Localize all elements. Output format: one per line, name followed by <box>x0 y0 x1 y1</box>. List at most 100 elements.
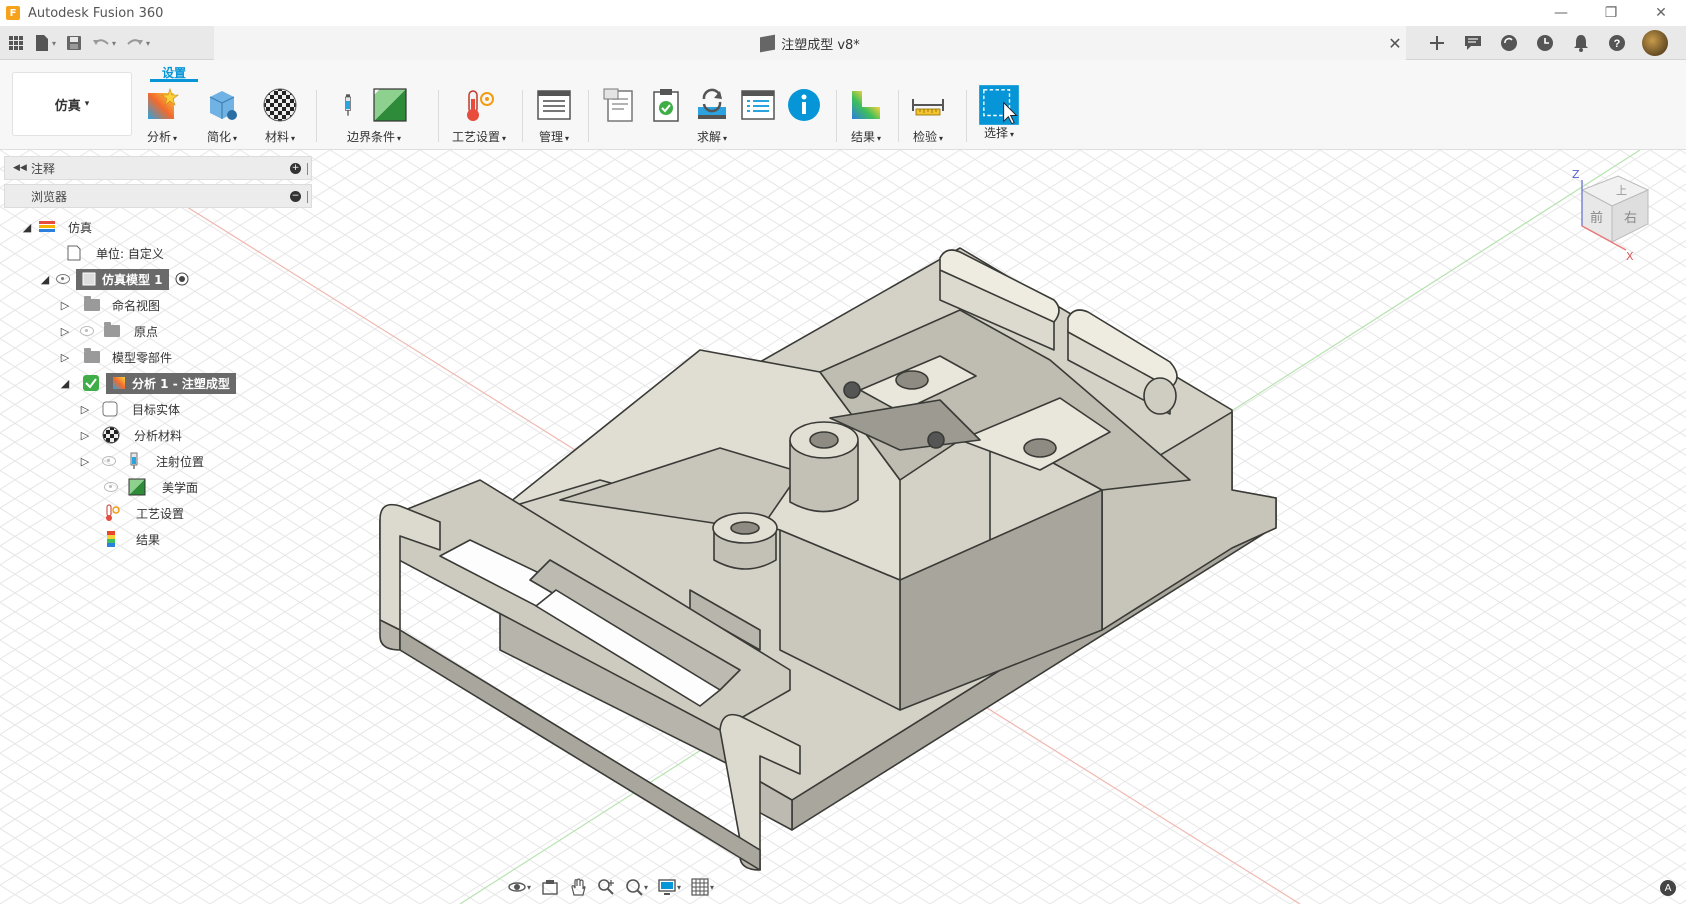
inspect-group[interactable]: 检验 ▾ <box>910 86 946 146</box>
tab-setup[interactable]: 设置 <box>150 64 199 82</box>
results-icon <box>852 91 880 119</box>
document-tab[interactable]: 注塑成型 v8* ✕ <box>214 26 1406 60</box>
tree-node-named-views[interactable]: ▷ 命名视图 <box>60 294 160 316</box>
expand-triangle-icon[interactable]: ▷ <box>80 403 90 416</box>
job-status-button[interactable] <box>1534 32 1556 54</box>
expand-triangle-icon[interactable]: ▷ <box>80 455 90 468</box>
extensions-button[interactable] <box>1498 32 1520 54</box>
user-avatar[interactable] <box>1642 30 1668 56</box>
new-tab-button[interactable] <box>1426 32 1448 54</box>
chat-icon <box>1465 36 1481 50</box>
close-tab-button[interactable]: ✕ <box>1384 26 1406 60</box>
app-title: Autodesk Fusion 360 <box>28 5 164 21</box>
sim-model-icon <box>82 272 96 286</box>
display-settings-button[interactable]: ▾ <box>658 878 681 896</box>
visibility-eye-icon[interactable] <box>80 326 94 336</box>
visibility-eye-icon[interactable] <box>104 482 118 492</box>
comments-panel-header[interactable]: ◀◀ 注释 + <box>4 156 312 180</box>
tree-node-process-settings[interactable]: 工艺设置 <box>104 502 184 524</box>
file-menu-button[interactable]: ▾ <box>34 34 56 52</box>
collapse-triangle-icon[interactable]: ◢ <box>60 377 70 390</box>
tree-node-analysis[interactable]: ◢ 分析 1 - 注塑成型 <box>60 372 236 394</box>
axis-z-label: Z <box>1572 168 1580 181</box>
manage-group[interactable]: 管理 ▾ <box>536 86 572 146</box>
zoom-fit-icon <box>626 879 643 896</box>
zoom-button[interactable] <box>597 878 615 896</box>
fusion-app: F Autodesk Fusion 360 — ❐ ✕ ▾ ▾ ▾ 注塑成型 v… <box>0 0 1686 904</box>
tree-node-injection-location[interactable]: ▷ 注射位置 <box>80 450 204 472</box>
model-canvas[interactable]: 上 前 右 Z X <box>0 150 1686 904</box>
quick-access-left: ▾ ▾ ▾ <box>0 26 214 60</box>
analysis-group[interactable]: 分析 ▾ <box>144 86 180 146</box>
data-panel-button[interactable] <box>8 35 24 51</box>
look-at-button[interactable] <box>541 878 559 896</box>
workspace-switcher[interactable]: 仿真 ▾ <box>12 72 132 136</box>
collapse-panel-icon[interactable]: ◀◀ <box>13 163 27 173</box>
tree-label: 模型零部件 <box>112 350 173 365</box>
thermometer-icon <box>467 90 495 121</box>
help-button[interactable]: ? <box>1606 32 1628 54</box>
tree-node-root[interactable]: ◢ 仿真 <box>22 216 92 238</box>
expand-triangle-icon[interactable]: ▷ <box>60 299 70 312</box>
pan-hand-icon <box>571 878 586 896</box>
tree-node-units[interactable]: 单位: 自定义 <box>66 242 164 264</box>
boundary-conditions-group[interactable]: 边界条件 ▾ <box>340 86 408 146</box>
grid-settings-button[interactable]: ▾ <box>691 878 714 896</box>
close-window-button[interactable]: ✕ <box>1636 0 1686 26</box>
text-commands-icon[interactable]: A <box>1660 880 1676 896</box>
tree-node-origin[interactable]: ▷ 原点 <box>60 320 158 342</box>
notifications-button[interactable] <box>1570 32 1592 54</box>
redo-icon <box>127 39 144 45</box>
ribbon-separator <box>438 90 439 142</box>
tree-node-target-body[interactable]: ▷ 目标实体 <box>80 398 180 420</box>
visibility-eye-icon[interactable] <box>102 456 116 466</box>
file-icon <box>36 35 48 51</box>
tree-node-aesthetic-faces[interactable]: 美学面 <box>104 476 198 498</box>
browser-panel-header[interactable]: 浏览器 − <box>4 184 312 208</box>
select-group[interactable]: 选择 ▾ <box>978 85 1020 146</box>
tree-node-sim-model[interactable]: ◢ 仿真模型 1 <box>40 268 189 290</box>
tree-node-model-components[interactable]: ▷ 模型零部件 <box>60 346 172 368</box>
clock-icon <box>1537 35 1553 51</box>
restore-button[interactable]: ❐ <box>1586 0 1636 26</box>
save-button[interactable] <box>66 35 82 51</box>
look-at-icon <box>542 880 558 895</box>
grid-line <box>1379 150 1686 343</box>
orbit-button[interactable]: ▾ <box>508 878 531 896</box>
grid-line <box>0 150 391 396</box>
expand-triangle-icon[interactable]: ▷ <box>60 351 70 364</box>
tree-node-analysis-material[interactable]: ▷ 分析材料 <box>80 424 182 446</box>
workspace-label: 仿真 <box>54 98 81 114</box>
analysis-node-icon <box>113 377 125 389</box>
panel-grip-icon[interactable] <box>307 163 309 175</box>
injection-syringe-icon <box>130 452 138 469</box>
redo-button[interactable]: ▾ <box>126 36 150 50</box>
visibility-eye-icon[interactable] <box>56 274 70 284</box>
collapse-triangle-icon[interactable]: ◢ <box>22 221 32 234</box>
undo-icon <box>93 39 109 45</box>
comments-button[interactable] <box>1462 32 1484 54</box>
pan-button[interactable] <box>569 878 587 896</box>
settings-list-icon <box>537 90 571 120</box>
solve-group[interactable]: 求解 ▾ <box>602 86 822 146</box>
process-settings-group[interactable]: 工艺设置 ▾ <box>452 86 506 146</box>
canvas-viewport[interactable]: 上 前 右 Z X <box>0 150 1686 904</box>
minimize-button[interactable]: — <box>1536 0 1586 26</box>
grid-line <box>1529 150 1686 249</box>
expand-triangle-icon[interactable]: ▷ <box>60 325 70 338</box>
material-sphere-icon <box>263 88 297 122</box>
tree-label: 仿真 <box>68 220 93 235</box>
add-comment-icon[interactable]: + <box>290 162 301 174</box>
tree-label: 结果 <box>136 532 161 547</box>
expand-triangle-icon[interactable]: ▷ <box>80 429 90 442</box>
tree-node-results[interactable]: 结果 <box>104 528 160 550</box>
materials-group[interactable]: 材料 ▾ <box>262 86 298 146</box>
undo-button[interactable]: ▾ <box>92 36 116 50</box>
collapse-triangle-icon[interactable]: ◢ <box>40 273 50 286</box>
results-group[interactable]: 结果 ▾ <box>848 86 884 146</box>
active-radio-icon[interactable] <box>175 272 189 286</box>
simplify-group[interactable]: 简化 ▾ <box>204 86 240 146</box>
panel-grip-icon[interactable] <box>307 191 309 203</box>
collapse-browser-icon[interactable]: − <box>290 190 301 202</box>
fit-button[interactable]: ▾ <box>625 878 648 896</box>
